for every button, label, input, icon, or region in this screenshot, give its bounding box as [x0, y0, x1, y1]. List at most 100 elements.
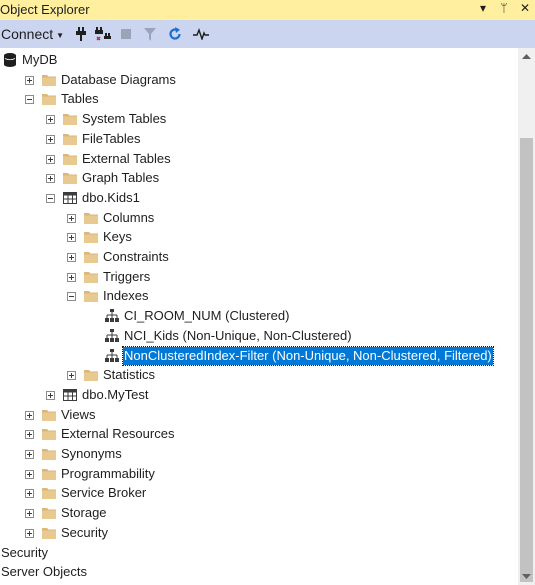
refresh-icon	[169, 27, 181, 40]
tree-node[interactable]: FileTables	[0, 129, 518, 149]
collapse-icon[interactable]	[67, 292, 76, 302]
folder-icon	[42, 429, 56, 441]
tree-node-label: FileTables	[82, 130, 141, 146]
tree-node-label: Triggers	[103, 268, 151, 284]
tree-node[interactable]: Keys	[0, 227, 518, 247]
tree-node[interactable]: Database Diagrams	[0, 70, 518, 90]
disconnect-button[interactable]	[92, 20, 114, 48]
object-explorer-tree: MyDB Database Diagrams Tables System Tables…	[0, 48, 518, 585]
tree-node-label: External Resources	[61, 426, 175, 442]
tree-node-label: NCI_Kids (Non-Unique, Non-Clustered)	[124, 327, 352, 343]
expand-icon[interactable]	[67, 272, 76, 282]
tree-node-label: MyDB	[22, 52, 58, 67]
folder-icon	[84, 271, 98, 283]
tree-node[interactable]: Tables	[0, 89, 518, 109]
expand-icon[interactable]	[46, 174, 55, 184]
index-icon	[105, 328, 119, 342]
folder-icon	[42, 449, 56, 460]
tree-node[interactable]: Statistics	[0, 365, 518, 385]
activity-monitor-button[interactable]	[190, 20, 212, 48]
filter-icon	[144, 27, 156, 41]
tree-node[interactable]: NCI_Kids (Non-Unique, Non-Clustered)	[0, 326, 518, 346]
folder-icon	[84, 370, 98, 382]
connect-label: Connect	[1, 26, 54, 42]
folder-icon	[63, 133, 77, 145]
window-controls: ▾ ᛘ ✕	[477, 1, 531, 15]
connect-object-explorer-button[interactable]	[70, 20, 92, 48]
close-icon[interactable]: ✕	[519, 1, 531, 15]
tree-node[interactable]: Programmability	[0, 464, 518, 484]
tree-node[interactable]: Views	[0, 405, 518, 425]
table-icon	[63, 191, 77, 204]
pin-icon[interactable]: ᛘ	[498, 1, 510, 15]
tree-node[interactable]: dbo.MyTest	[0, 385, 518, 405]
dropdown-arrow-icon[interactable]: ▾	[477, 1, 489, 15]
tree-node[interactable]: MyDB	[0, 50, 518, 70]
tree-node[interactable]: External Tables	[0, 149, 518, 169]
tree-node[interactable]: Service Broker	[0, 483, 518, 503]
object-explorer-toolbar: Connect ▼	[0, 20, 535, 48]
disconnect-icon	[95, 27, 111, 41]
scrollbar-thumb[interactable]	[520, 138, 533, 582]
folder-icon	[42, 508, 56, 520]
tree-node[interactable]: System Tables	[0, 109, 518, 129]
expand-icon[interactable]	[25, 469, 34, 479]
expand-icon[interactable]	[25, 410, 34, 420]
scroll-up-icon[interactable]	[518, 48, 535, 65]
connect-icon	[76, 27, 86, 41]
tree-node-label: Server Objects	[1, 564, 87, 580]
tree-node-label: Columns	[103, 209, 155, 225]
tree-node-label: dbo.MyTest	[82, 386, 149, 402]
tree-node-label: Service Broker	[61, 485, 147, 501]
tree-node[interactable]: CI_ROOM_NUM (Clustered)	[0, 306, 518, 326]
tree-node[interactable]: Graph Tables	[0, 168, 518, 188]
tree-node[interactable]: Synonyms	[0, 444, 518, 464]
tree-node[interactable]: Indexes	[0, 286, 518, 306]
tree-node[interactable]: Columns	[0, 208, 518, 228]
expand-icon[interactable]	[67, 213, 76, 223]
scroll-down-icon[interactable]	[518, 568, 535, 585]
expand-icon[interactable]	[67, 253, 76, 262]
expand-icon[interactable]	[25, 430, 34, 440]
expand-icon[interactable]	[46, 154, 55, 164]
refresh-button[interactable]	[164, 20, 186, 48]
database-icon	[4, 53, 16, 67]
tree-node[interactable]: Constraints	[0, 247, 518, 267]
folder-icon	[84, 212, 98, 224]
filter-button[interactable]	[140, 20, 160, 48]
tree-node[interactable]: Storage	[0, 503, 518, 523]
connect-button[interactable]: Connect ▼	[1, 20, 64, 48]
expand-icon[interactable]	[46, 134, 55, 144]
expand-icon[interactable]	[25, 450, 34, 459]
tree-node-label: Synonyms	[61, 446, 122, 461]
tree-node-label: Constraints	[103, 249, 169, 264]
folder-icon	[63, 153, 77, 165]
tree-node-label: Tables	[61, 91, 99, 107]
expand-icon[interactable]	[67, 371, 76, 381]
collapse-icon[interactable]	[46, 193, 55, 203]
collapse-icon[interactable]	[25, 95, 34, 105]
tree-node[interactable]: NonClusteredIndex-Filter (Non-Unique, No…	[0, 345, 518, 366]
tree-node[interactable]: dbo.Kids1	[0, 188, 518, 208]
index-icon	[105, 348, 119, 362]
tree-node[interactable]: Security	[0, 543, 518, 563]
tree-node-label: Keys	[103, 229, 132, 245]
tree-node-label: Indexes	[103, 288, 149, 304]
expand-icon[interactable]	[46, 390, 55, 400]
tree-node[interactable]: Triggers	[0, 267, 518, 287]
stop-button[interactable]	[116, 20, 136, 48]
expand-icon[interactable]	[25, 489, 34, 499]
tree-node[interactable]: Security	[0, 523, 518, 543]
tree-node[interactable]: Server Objects	[0, 562, 518, 582]
vertical-scrollbar[interactable]	[518, 48, 535, 585]
folder-icon	[42, 527, 56, 539]
expand-icon[interactable]	[67, 233, 76, 243]
tree-node-label: dbo.Kids1	[82, 189, 140, 205]
tree-node-label: External Tables	[82, 150, 171, 166]
tree-node[interactable]: External Resources	[0, 424, 518, 444]
tree-node-label: Programmability	[61, 465, 155, 481]
expand-icon[interactable]	[25, 528, 34, 538]
expand-icon[interactable]	[25, 509, 34, 519]
expand-icon[interactable]	[25, 75, 34, 85]
expand-icon[interactable]	[46, 115, 55, 125]
